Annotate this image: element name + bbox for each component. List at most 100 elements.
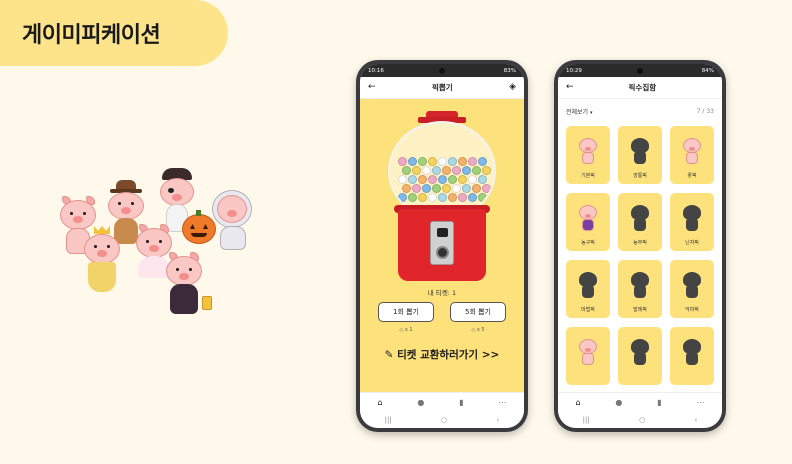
gumball [398,175,407,184]
pig-character-icon [578,138,598,164]
gumball [438,193,447,202]
locked-silhouette-icon [682,205,702,231]
more-icon[interactable]: ⋯ [697,398,705,407]
collection-card-label: 기본픽 [581,173,595,179]
gumball [458,193,467,202]
locked-silhouette-icon [630,272,650,298]
collection-card-label: 닌자픽 [685,240,699,246]
gumball [482,184,491,193]
gumball [448,157,457,166]
page-title: 게이미피케이션 [0,0,228,66]
status-battery: 83% [503,67,516,74]
layers-icon[interactable]: ◈ [509,83,516,92]
collection-card[interactable]: 발레픽 [618,260,662,318]
pig-character-icon [578,339,598,365]
locked-silhouette-icon [630,138,650,164]
draw-once-button[interactable]: 1회 뽑기 [378,302,434,322]
back-arrow-icon[interactable]: ← [368,83,376,92]
gumball [442,184,451,193]
collection-card-label: 마법픽 [581,307,595,313]
app-bar: ← 픽수집함 · [558,77,722,99]
locked-silhouette-icon [630,339,650,365]
gumball [402,166,411,175]
status-time: 10:29 [566,67,582,74]
collection-card[interactable]: 기본픽 [566,126,610,184]
collection-card[interactable]: 농구픽 [566,193,610,251]
camera-hole [439,68,445,74]
gumball [422,166,431,175]
recents-icon[interactable]: ||| [583,416,590,424]
bottom-nav: ⌂ ● ▮ ⋯ [558,392,722,412]
collection-card[interactable]: 농부픽 [618,193,662,251]
collection-card[interactable]: 악마픽 [670,260,714,318]
pig-character-icon [682,138,702,164]
phone-gacha: 10:16 83% ← 픽뽑기 ◈ 내 티켓: 1 1회 뽑기 5회 뽑기 ◇ … [356,60,528,432]
gumball [462,184,471,193]
status-battery: 84% [701,67,714,74]
ticket-exchange-link[interactable]: ✎ 티켓 교환하러가기 >> [360,347,524,362]
collection-card[interactable] [670,327,714,385]
gumball [398,193,407,202]
more-icon[interactable]: ⋯ [499,398,507,407]
bottom-nav: ⌂ ● ▮ ⋯ [360,392,524,412]
collection-card[interactable]: 마법픽 [566,260,610,318]
collection-card-label: 농부픽 [633,240,647,246]
nav-item-2-icon[interactable]: ● [615,398,622,407]
gumball [482,166,491,175]
collection-card[interactable]: 닌자픽 [670,193,714,251]
locked-silhouette-icon [682,339,702,365]
gumball [452,184,461,193]
gumball [438,175,447,184]
chart-icon[interactable]: ▮ [657,398,661,407]
gumball [408,157,417,166]
home-circle-icon[interactable]: ○ [441,416,447,424]
camera-hole [637,68,643,74]
locked-silhouette-icon [682,272,702,298]
home-icon[interactable]: ⌂ [575,398,580,407]
nav-item-2-icon[interactable]: ● [417,398,424,407]
collection-card[interactable] [566,327,610,385]
gumball [478,193,487,202]
gumball [428,157,437,166]
back-chevron-icon[interactable]: ‹ [695,416,698,424]
collection-card[interactable] [618,327,662,385]
pig-character-icon [578,205,598,231]
gumball [468,193,477,202]
gumball [422,184,431,193]
gumball [478,175,487,184]
collection-card[interactable]: 꽃픽 [670,126,714,184]
gumball [418,193,427,202]
home-icon[interactable]: ⌂ [377,398,382,407]
pig-characters-illustration [52,168,266,318]
home-circle-icon[interactable]: ○ [639,416,645,424]
coin-slot [430,221,454,265]
cost-five: ◇ x 5 [471,327,485,333]
gumball [432,184,441,193]
gumball [412,166,421,175]
gumball [478,157,487,166]
back-chevron-icon[interactable]: ‹ [497,416,500,424]
collection-card[interactable]: 깡통픽 [618,126,662,184]
back-arrow-icon[interactable]: ← [566,83,574,92]
gacha-machine[interactable] [382,111,502,281]
locked-silhouette-icon [578,272,598,298]
draw-five-button[interactable]: 5회 뽑기 [450,302,506,322]
gumball [418,175,427,184]
chart-icon[interactable]: ▮ [459,398,463,407]
gumball [428,175,437,184]
gumball [458,157,467,166]
ticket-icon: ✎ [384,349,398,361]
gumball [472,184,481,193]
gumball [468,175,477,184]
gumball [442,166,451,175]
status-time: 10:16 [368,67,384,74]
gumball [448,175,457,184]
screen-title: 픽수집함 [628,83,657,92]
gacha-body: 내 티켓: 1 1회 뽑기 5회 뽑기 ◇ x 1 ◇ x 5 ✎ 티켓 교환하… [360,99,524,392]
gumball [452,166,461,175]
recents-icon[interactable]: ||| [385,416,392,424]
collection-card-label: 깡통픽 [633,173,647,179]
gumball [428,193,437,202]
gumball [438,157,447,166]
filter-dropdown[interactable]: 전체보기 ▾ [566,107,593,116]
